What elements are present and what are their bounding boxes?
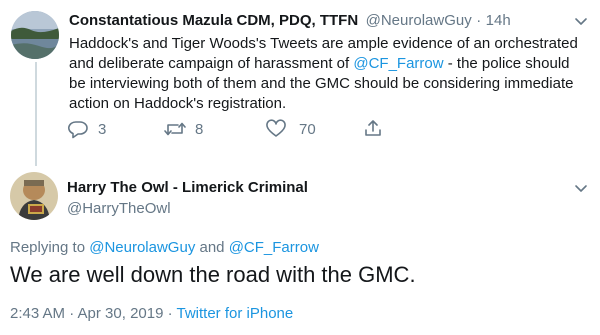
share-button[interactable] [363,118,383,138]
like-button[interactable]: 70 [265,119,316,139]
tweet-source-link[interactable]: Twitter for iPhone [177,305,294,322]
tweet2-author-handle-wrap: @HarryTheOwl [67,200,171,218]
author-name[interactable]: Harry The Owl - Limerick Criminal [67,179,308,196]
tweet1-text: Haddock's and Tiger Woods's Tweets are a… [69,34,584,114]
author-name[interactable]: Constantatious Mazula CDM, PDQ, TTFN [69,12,358,29]
mention-link[interactable]: @CF_Farrow [353,55,443,72]
replying-to-line: Replying to @NeurolawGuy and @CF_Farrow [10,239,319,256]
tweet-metadata: 2:43 AM · Apr 30, 2019 · Twitter for iPh… [10,305,293,322]
author-handle[interactable]: @NeurolawGuy [366,12,472,29]
tweet2-text: We are well down the road with the GMC. [10,262,416,287]
meta-separator: · [163,305,177,322]
replying-and: and [195,239,229,256]
avatar-neurolawguy[interactable] [11,11,59,59]
reply-icon [68,121,88,139]
replying-user-link[interactable]: @NeurolawGuy [89,239,195,256]
like-count: 70 [299,120,316,138]
replying-user-link[interactable]: @CF_Farrow [229,239,319,256]
share-icon [365,120,381,136]
like-icon [266,119,286,137]
tweet-time[interactable]: 14h [486,12,511,29]
separator-dot: · [476,12,482,29]
author-handle[interactable]: @HarryTheOwl [67,200,171,217]
avatar-harrytheowl[interactable] [10,172,58,220]
reply-button[interactable]: 3 [67,119,106,139]
thread-connector-line [35,62,37,166]
landscape-photo-icon [11,11,59,59]
retweet-button[interactable]: 8 [163,119,203,139]
tweet1-header: Constantatious Mazula CDM, PDQ, TTFN @Ne… [69,12,511,30]
chevron-down-icon[interactable] [572,179,590,202]
tweet-timestamp[interactable]: 2:43 AM · Apr 30, 2019 [10,305,163,322]
retweet-count: 8 [195,120,204,138]
chevron-down-icon[interactable] [572,12,590,35]
reply-count: 3 [98,120,107,138]
retweet-icon [164,122,186,136]
tweet2-author-name-wrap: Harry The Owl - Limerick Criminal [67,179,308,197]
owl-avatar-icon [10,172,58,220]
replying-prefix: Replying to [10,239,90,256]
